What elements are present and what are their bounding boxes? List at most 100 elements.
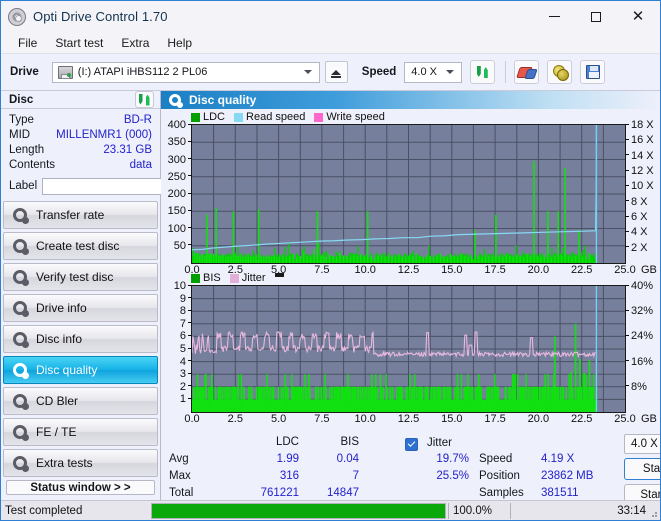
minimize-icon xyxy=(549,16,560,17)
info-key-position: Position xyxy=(479,470,520,482)
axis-tick-label: 25.0 xyxy=(614,264,636,276)
eject-button[interactable] xyxy=(324,61,348,83)
legend-item-read-speed: Read speed xyxy=(234,111,305,123)
minimize-button[interactable] xyxy=(534,1,575,32)
disc-row-value: data xyxy=(129,159,152,171)
status-window-button[interactable]: Status window > > xyxy=(6,480,155,495)
resize-grip-icon[interactable] xyxy=(648,508,658,518)
info-key-speed: Speed xyxy=(479,453,513,465)
sidebar-item-label: Disc quality xyxy=(36,363,98,377)
sidebar-item-cd-bler[interactable]: CD Bler xyxy=(3,387,158,415)
checkbox-checked-icon xyxy=(405,437,418,451)
disc-label-row: Label xyxy=(9,176,212,196)
axis-tick-label: 2 X xyxy=(625,242,648,254)
menu-extra[interactable]: Extra xyxy=(112,34,158,52)
disc-refresh-button[interactable] xyxy=(135,91,154,108)
start-full-button[interactable]: Start full xyxy=(624,458,660,480)
axis-tick-label: 3 xyxy=(180,368,192,380)
progress-fill xyxy=(152,503,445,518)
erase-button[interactable] xyxy=(514,60,540,84)
sidebar-item-label: Verify test disc xyxy=(36,270,114,284)
eject-icon xyxy=(331,69,342,78)
axis-tick-label: 9 xyxy=(180,293,192,305)
axis-tick-label: 200 xyxy=(168,188,192,200)
disc-panel-header: Disc xyxy=(1,91,160,109)
axis-unit-label: GB xyxy=(641,413,657,425)
sidebar-item-label: Transfer rate xyxy=(36,208,105,222)
axis-tick-label: 18 X xyxy=(625,119,654,131)
axis-tick-label: 6 xyxy=(180,330,192,342)
sidebar-item-disc-info[interactable]: Disc info xyxy=(3,325,158,353)
axis-tick-label: 2.5 xyxy=(227,413,243,425)
axis-tick-label: 8% xyxy=(625,381,647,393)
axis-unit-label: GB xyxy=(641,264,657,276)
close-button[interactable]: ✕ xyxy=(616,1,660,32)
axis-tick-label: 10 xyxy=(174,280,192,292)
sidebar-item-label: Drive info xyxy=(36,301,87,315)
disc-row-key: Length xyxy=(9,144,45,156)
disc-test-icon xyxy=(13,424,29,441)
speed-select-value: 4.0 X xyxy=(411,66,437,78)
axis-tick-label: 4 xyxy=(180,356,192,368)
speed-label: Speed xyxy=(361,66,397,78)
drive-select[interactable]: (I:) ATAPI iHBS112 2 PL06 xyxy=(51,61,320,83)
axis-tick-label: 0.0 xyxy=(184,413,200,425)
app-disc-icon xyxy=(8,7,26,26)
gold-disc-icon xyxy=(552,65,569,81)
axis-tick-label: 16% xyxy=(625,356,653,368)
legend-item-ldc: LDC xyxy=(191,111,225,123)
axis-tick-label: 32% xyxy=(625,305,653,317)
test-speed-select[interactable]: 4.0 X xyxy=(624,434,660,454)
erase-icon xyxy=(518,66,535,78)
axis-tick-label: 16 X xyxy=(625,134,654,146)
axis-tick-label: 8 xyxy=(180,305,192,317)
ldc-chart[interactable]: 50 100 150 200 250 300 350 400 2 X 4 X 6 X 8 X 10 X… xyxy=(168,119,657,276)
refresh-icon xyxy=(476,65,490,79)
sidebar-item-transfer-rate[interactable]: Transfer rate xyxy=(3,201,158,229)
save-icon xyxy=(585,65,600,79)
disc-test-icon xyxy=(13,455,29,472)
disc-row-key: MID xyxy=(9,129,31,141)
jitter-checkbox[interactable] xyxy=(405,436,418,451)
sidebar-item-drive-info[interactable]: Drive info xyxy=(3,294,158,322)
axis-tick-label: 5.0 xyxy=(270,264,287,276)
sidebar-item-verify-test-disc[interactable]: Verify test disc xyxy=(3,263,158,291)
axis-tick-label: 150 xyxy=(168,205,192,217)
bis-chart[interactable]: 1 2 3 4 5 6 7 8 9 10 8% 16% 24% 32% 40% 0.0 2.5 5.0 7.5 1… xyxy=(174,280,657,425)
panel-header: Disc quality xyxy=(161,91,660,109)
legend-item-write-speed: Write speed xyxy=(314,111,385,123)
sidebar-item-create-test-disc[interactable]: Create test disc xyxy=(3,232,158,260)
status-bar: Test completed 100.0% 33:14 xyxy=(1,500,660,520)
axis-tick-label: 12 X xyxy=(625,165,654,177)
main-body: Disc Type BD-R MID MILLENMR1 (000) Lengt… xyxy=(1,91,660,506)
drive-select-value: (I:) ATAPI iHBS112 2 PL06 xyxy=(77,66,208,78)
maximize-button[interactable] xyxy=(575,1,616,32)
refresh-button[interactable] xyxy=(470,60,496,84)
bis-chart-x-axis: 0.0 2.5 5.0 7.5 10.0 12.5 15.0 17.5 20.0 22.5 25.0… xyxy=(184,412,657,426)
disc-row-key: Contents xyxy=(9,159,56,171)
axis-tick-label: 12.5 xyxy=(397,413,420,425)
menu-file[interactable]: File xyxy=(9,34,46,52)
menu-start-test[interactable]: Start test xyxy=(46,34,112,52)
axis-tick-label: 2 xyxy=(180,381,192,393)
speed-select[interactable]: 4.0 X xyxy=(404,61,463,83)
sidebar-item-fe-te[interactable]: FE / TE xyxy=(3,418,158,446)
axis-tick-label: 10 X xyxy=(625,180,654,192)
axis-tick-label: 22.5 xyxy=(570,413,593,425)
axis-tick-label: 250 xyxy=(168,171,192,183)
stats-max-bis: 7 xyxy=(352,470,359,482)
elapsed-time: 33:14 xyxy=(510,502,660,519)
axis-tick-label: 7 xyxy=(180,318,192,330)
application-window: Opti Drive Control 1.70 ✕ File Start tes… xyxy=(0,0,661,521)
menu-help[interactable]: Help xyxy=(158,34,201,52)
gold-disc-button[interactable] xyxy=(547,60,573,84)
sidebar-item-disc-quality[interactable]: Disc quality xyxy=(3,356,158,384)
save-button[interactable] xyxy=(580,60,606,84)
disc-row-type: Type BD-R xyxy=(9,113,152,128)
page-title: Disc quality xyxy=(189,93,257,107)
disc-test-icon xyxy=(13,362,29,379)
legend-swatch xyxy=(314,112,324,122)
sidebar-item-extra-tests[interactable]: Extra tests xyxy=(3,449,158,477)
window-title: Opti Drive Control 1.70 xyxy=(33,9,168,24)
info-value-speed: 4.19 X xyxy=(541,453,575,465)
